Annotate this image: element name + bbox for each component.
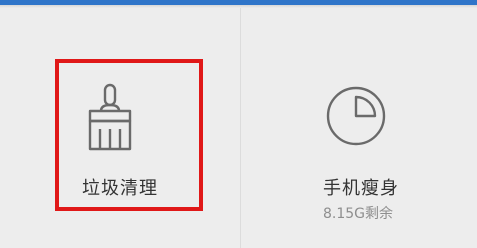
storage-remaining-label: 8.15G剩余	[323, 206, 394, 222]
junk-clean-label: 垃圾清理	[82, 178, 158, 199]
storage-pie-icon	[325, 85, 387, 147]
broom-icon	[85, 83, 135, 155]
phone-slim-label: 手机瘦身	[323, 178, 399, 199]
